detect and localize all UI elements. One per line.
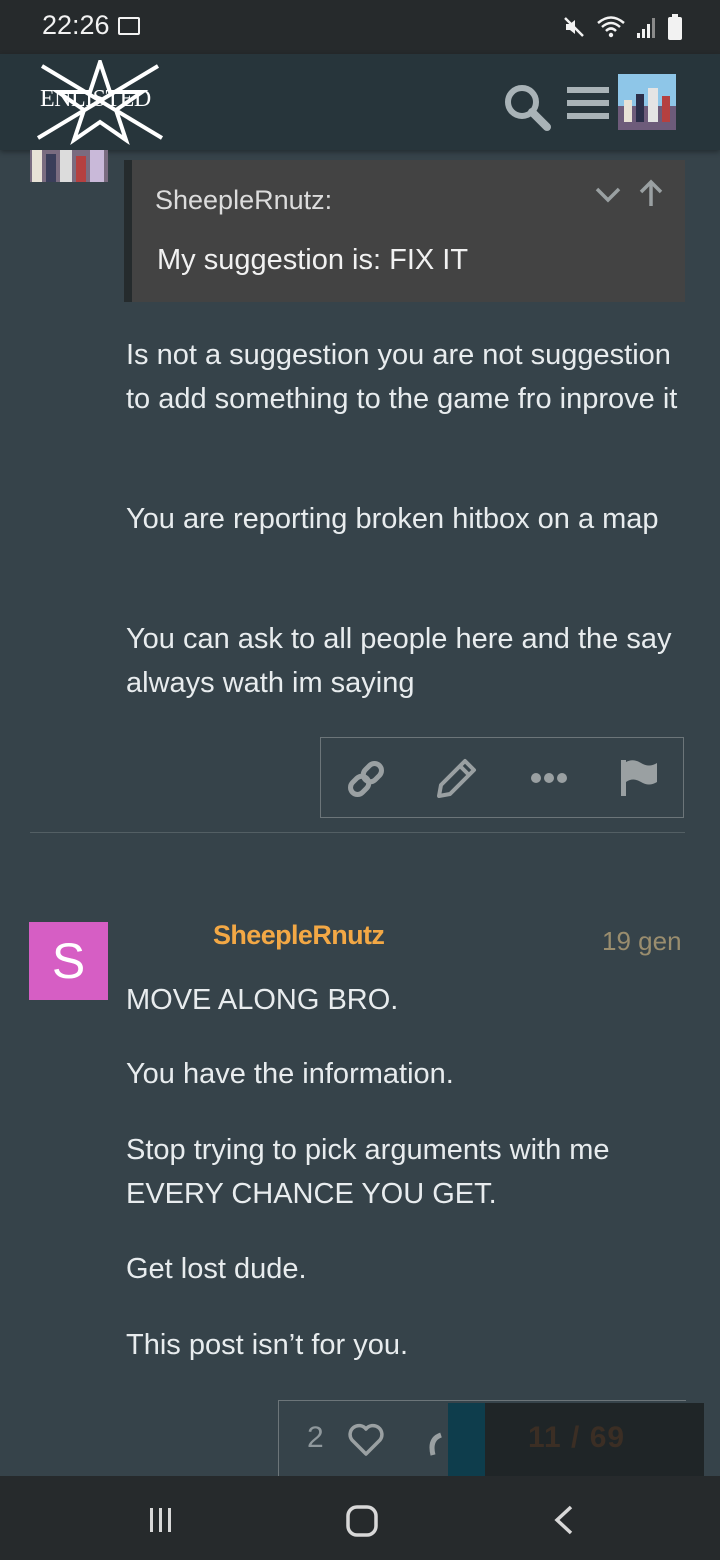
post-paragraph: MOVE ALONG BRO. xyxy=(126,984,399,1016)
topic-progress-fill xyxy=(448,1403,485,1476)
navigation-bar xyxy=(0,1476,720,1560)
topic-progress[interactable]: 11 / 69 xyxy=(448,1403,704,1476)
mute-icon xyxy=(564,17,584,37)
hamburger-menu-icon[interactable] xyxy=(567,85,609,121)
heart-icon[interactable] xyxy=(347,1423,385,1457)
status-indicators xyxy=(562,12,682,42)
link-icon[interactable] xyxy=(345,758,387,800)
previous-post-avatar[interactable] xyxy=(30,150,108,182)
status-bar: 22:26 xyxy=(0,0,720,54)
like-count[interactable]: 2 xyxy=(307,1421,324,1455)
image-icon xyxy=(118,17,140,35)
quote-author: SheepleRnutz: xyxy=(155,185,333,215)
wifi-icon xyxy=(597,16,625,38)
status-time: 22:26 xyxy=(42,10,110,40)
logo-text: ENLISTED xyxy=(40,86,151,112)
post-date[interactable]: 19 gen xyxy=(602,926,682,957)
post-paragraph: This post isn’t for you. xyxy=(126,1329,409,1361)
post-paragraph: Stop trying to pick arguments with me EV… xyxy=(126,1134,610,1210)
post-divider xyxy=(30,832,685,833)
avatar[interactable]: S xyxy=(29,922,108,1000)
quote-text: My suggestion is: FIX IT xyxy=(157,244,469,276)
post-actions xyxy=(320,737,684,818)
user-avatar[interactable] xyxy=(618,74,676,130)
flag-icon[interactable] xyxy=(619,758,659,798)
chevron-down-icon[interactable] xyxy=(594,182,622,206)
back-icon[interactable] xyxy=(553,1504,575,1536)
site-logo[interactable]: ENLISTED xyxy=(30,60,170,146)
battery-icon xyxy=(668,14,682,40)
link-icon[interactable] xyxy=(427,1431,445,1461)
post-paragraph: You have the information. xyxy=(126,1058,454,1090)
ellipsis-icon[interactable] xyxy=(529,758,569,798)
home-icon[interactable] xyxy=(345,1504,379,1538)
site-header: ENLISTED xyxy=(0,54,720,150)
pencil-icon[interactable] xyxy=(437,758,477,798)
post-paragraph: Get lost dude. xyxy=(126,1253,307,1285)
recents-icon[interactable] xyxy=(147,1506,175,1534)
topic-progress-text: 11 / 69 xyxy=(528,1421,626,1454)
post-paragraph: You are reporting broken hitbox on a map xyxy=(126,503,659,535)
post-paragraph: You can ask to all people here and the s… xyxy=(126,623,672,699)
signal-icon xyxy=(637,18,655,38)
arrow-up-icon[interactable] xyxy=(637,178,665,208)
post-paragraph: Is not a suggestion you are not suggesti… xyxy=(126,339,678,415)
quote-block: SheepleRnutz: My suggestion is: FIX IT xyxy=(124,160,685,302)
search-icon[interactable] xyxy=(502,82,552,132)
post-username[interactable]: SheepleRnutz xyxy=(213,920,385,951)
